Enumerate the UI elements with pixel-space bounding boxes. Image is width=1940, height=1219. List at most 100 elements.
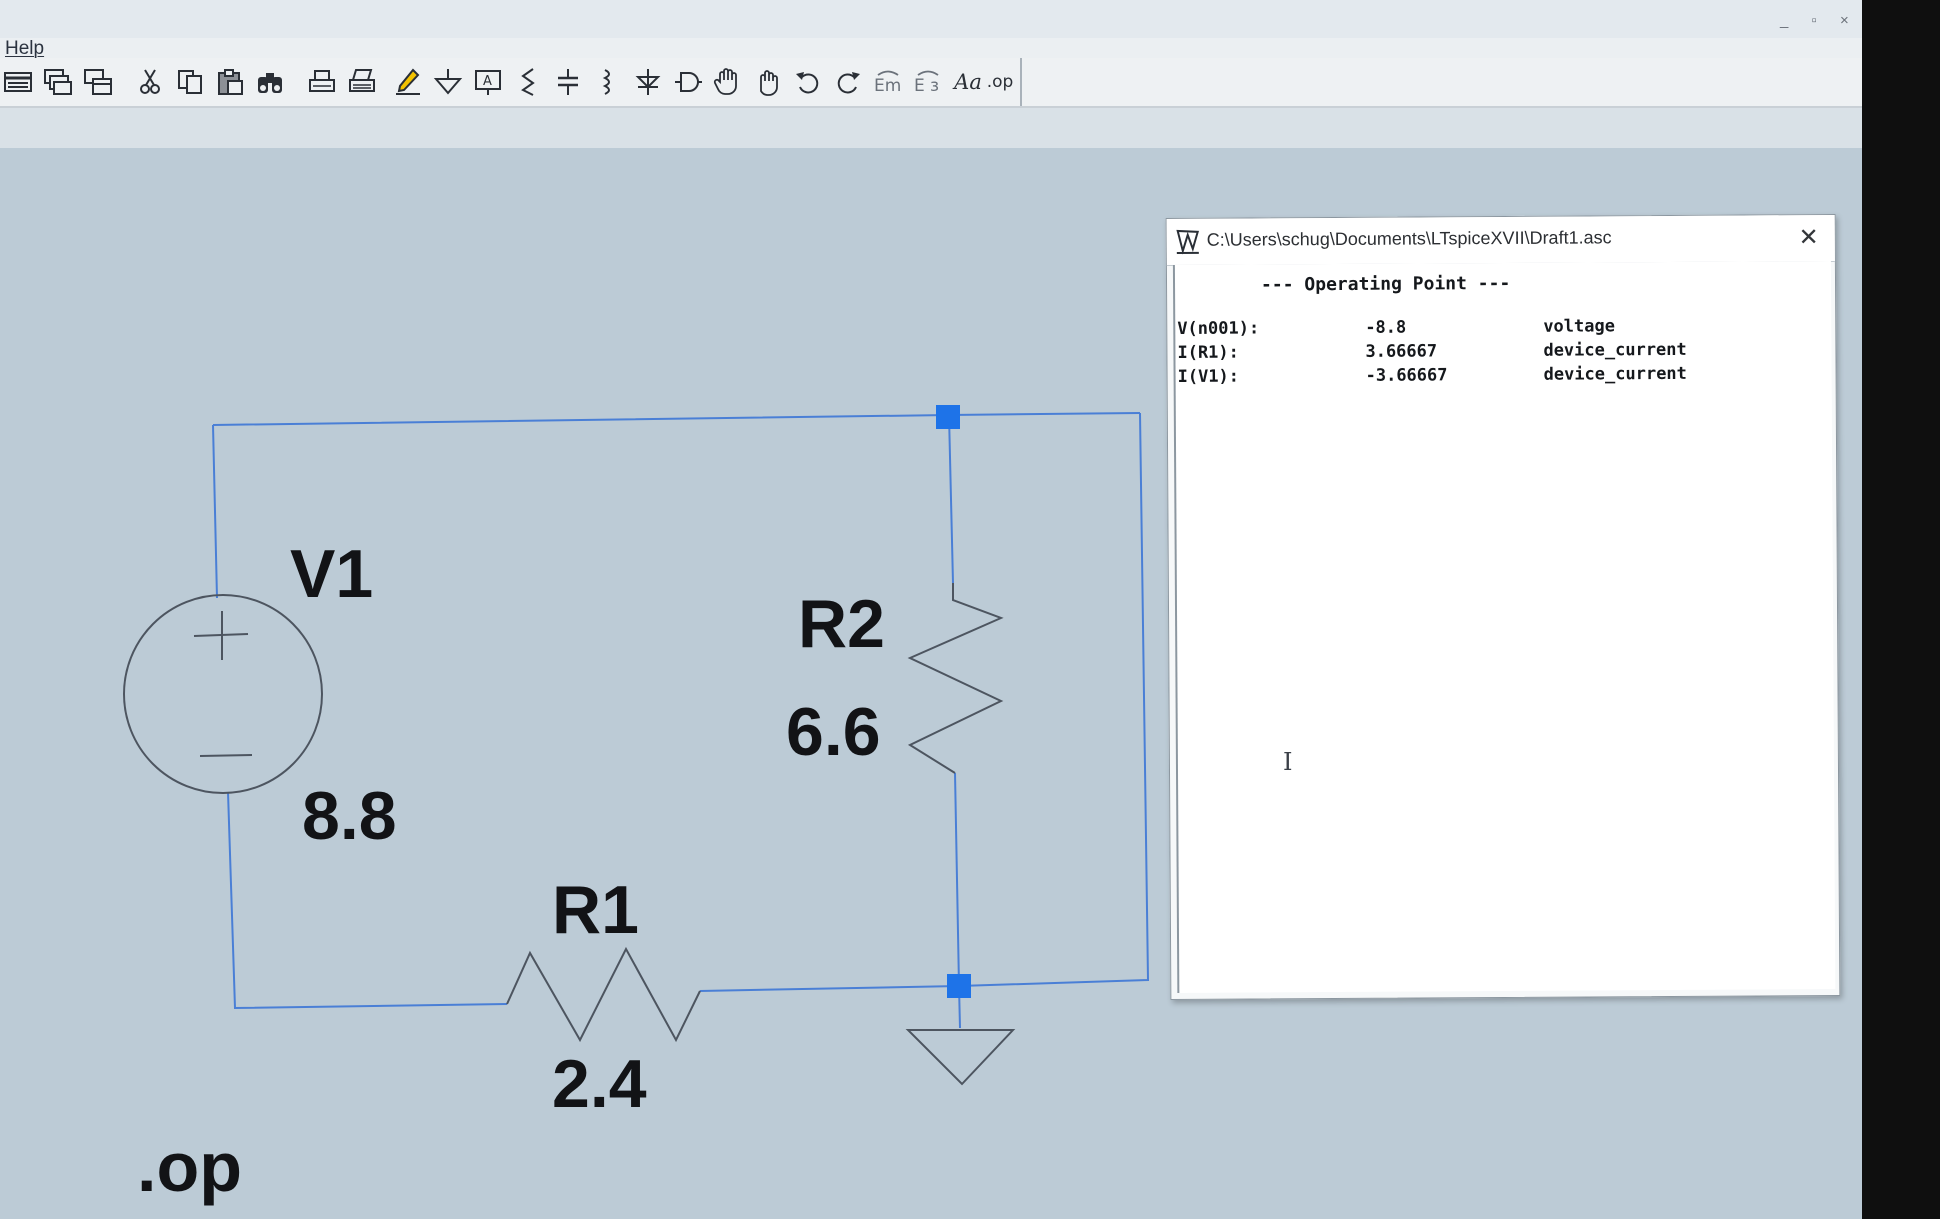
r2-value-label[interactable]: 6.6 — [786, 698, 881, 766]
drag-tool[interactable] — [752, 66, 784, 98]
title-bar: _ ▫ × — [0, 0, 1862, 38]
op-quantity-type: voltage — [1543, 316, 1616, 337]
ltspice-app-icon — [1176, 229, 1200, 255]
mirror-icon: Eɜ — [914, 70, 939, 96]
wire-v1-top — [212, 424, 218, 599]
op-directive[interactable]: .op — [137, 1132, 242, 1202]
component-tool[interactable] — [672, 66, 704, 98]
monitor-bezel — [1862, 0, 1940, 1219]
resistor-tool[interactable] — [512, 66, 544, 98]
svg-text:A: A — [483, 74, 492, 89]
toolbar-divider — [1020, 58, 1022, 106]
window-controls: _ ▫ × — [1780, 12, 1849, 29]
diode-icon — [635, 69, 661, 95]
resistor-r1 — [506, 946, 701, 1043]
svg-text:Em: Em — [874, 76, 901, 96]
scissors-icon — [140, 69, 160, 94]
spice-directive-tool[interactable]: .op — [984, 66, 1016, 98]
ground-symbol — [905, 1029, 1016, 1086]
v1-name-label[interactable]: V1 — [290, 540, 373, 608]
move-tool[interactable] — [712, 66, 744, 98]
draw-wire-tool[interactable] — [392, 66, 424, 98]
rotate-icon: Em — [874, 70, 901, 96]
r2-name-label[interactable]: R2 — [798, 590, 885, 658]
pencil-icon — [396, 68, 420, 95]
wire-top — [212, 412, 1141, 426]
rotate-tool[interactable]: Em — [872, 66, 904, 98]
copy-tool[interactable] — [174, 66, 206, 98]
junction-bottom — [947, 974, 971, 998]
op-quantity-type: device_current — [1543, 363, 1687, 385]
cascade-tool[interactable] — [42, 66, 74, 98]
op-quantity-value: -8.8 — [1365, 317, 1407, 338]
clipboard-icon — [218, 69, 243, 95]
redo-tool[interactable] — [832, 66, 864, 98]
op-quantity-name: V(n001): — [1177, 318, 1260, 339]
label-net-tool[interactable]: A — [472, 66, 504, 98]
ground-icon — [433, 69, 463, 95]
op-quantity-value: -3.66667 — [1365, 365, 1448, 386]
tile-icon — [84, 69, 112, 95]
operating-point-output[interactable]: --- Operating Point --- V(n001): -8.8 vo… — [1172, 260, 1836, 993]
binoculars-icon — [258, 73, 282, 93]
resistor-r2 — [907, 583, 1004, 774]
dialog-title-bar: C:\Users\schug\Documents\LTspiceXVII\Dra… — [1166, 214, 1835, 267]
op-header: --- Operating Point --- — [1260, 272, 1511, 296]
op-quantity-type: device_current — [1543, 339, 1687, 361]
net-label-icon: A — [475, 70, 501, 95]
r1-name-label[interactable]: R1 — [552, 876, 639, 944]
wire-r2-top — [948, 414, 954, 584]
minimize-button[interactable]: _ — [1780, 12, 1788, 29]
printer-icon — [349, 69, 375, 92]
mirror-tool[interactable]: Eɜ — [912, 66, 944, 98]
capacitor-tool[interactable] — [552, 66, 584, 98]
v1-value-label[interactable]: 8.8 — [302, 782, 397, 850]
text-cursor-icon: I — [1283, 748, 1293, 776]
toolbar: A Em Eɜ Aa .op — [0, 58, 1862, 108]
hand-drag-icon — [760, 70, 778, 96]
text-tool[interactable]: Aa — [952, 66, 984, 98]
junction-top — [936, 405, 960, 429]
redo-icon — [837, 72, 860, 94]
window-stack-icon — [4, 72, 32, 92]
wire-right — [958, 412, 1150, 987]
menu-bar: Help — [0, 38, 1862, 60]
ground-tool[interactable] — [432, 66, 464, 98]
inductor-tool[interactable] — [592, 66, 624, 98]
paste-tool[interactable] — [214, 66, 246, 98]
font-tool-label: Aa — [954, 70, 982, 94]
and-gate-icon — [675, 72, 702, 92]
wire-r2-bottom — [954, 772, 960, 987]
op-quantity-name: I(V1): — [1177, 366, 1240, 387]
undo-tool[interactable] — [792, 66, 824, 98]
svg-text:E: E — [914, 76, 925, 96]
op-quantity-name: I(R1): — [1177, 342, 1239, 363]
diode-tool[interactable] — [632, 66, 664, 98]
find-tool[interactable] — [254, 66, 286, 98]
dialog-title: C:\Users\schug\Documents\LTspiceXVII\Dra… — [1206, 227, 1612, 250]
inductor-icon — [602, 69, 610, 95]
copy-icon — [178, 70, 202, 94]
print-setup-tool[interactable] — [306, 66, 338, 98]
new-schematic-tool[interactable] — [2, 66, 34, 98]
capacitor-icon — [558, 69, 578, 95]
restore-button[interactable]: ▫ — [1810, 12, 1818, 29]
ltspice-window: _ ▫ × Help A Em E ɜ Aa .op V1 8.8 R2 6.6… — [0, 0, 1862, 1219]
cascade-icon — [44, 69, 72, 95]
op-tool-label: .op — [986, 72, 1014, 92]
print-tool[interactable] — [346, 66, 378, 98]
printer-setup-icon — [309, 70, 335, 92]
r1-value-label[interactable]: 2.4 — [552, 1050, 647, 1118]
op-quantity-value: 3.66667 — [1365, 341, 1438, 362]
undo-icon — [796, 72, 819, 94]
tile-tool[interactable] — [82, 66, 114, 98]
svg-text:ɜ: ɜ — [930, 76, 939, 96]
hand-move-icon — [713, 68, 737, 95]
close-icon[interactable]: ✕ — [1799, 223, 1819, 252]
close-window-button[interactable]: × — [1840, 12, 1849, 29]
menu-help[interactable]: Help — [5, 38, 44, 60]
voltage-source-v1 — [123, 594, 323, 794]
cut-tool[interactable] — [134, 66, 166, 98]
wire-r1-right — [699, 985, 960, 992]
operating-point-dialog: C:\Users\schug\Documents\LTspiceXVII\Dra… — [1165, 213, 1841, 1001]
